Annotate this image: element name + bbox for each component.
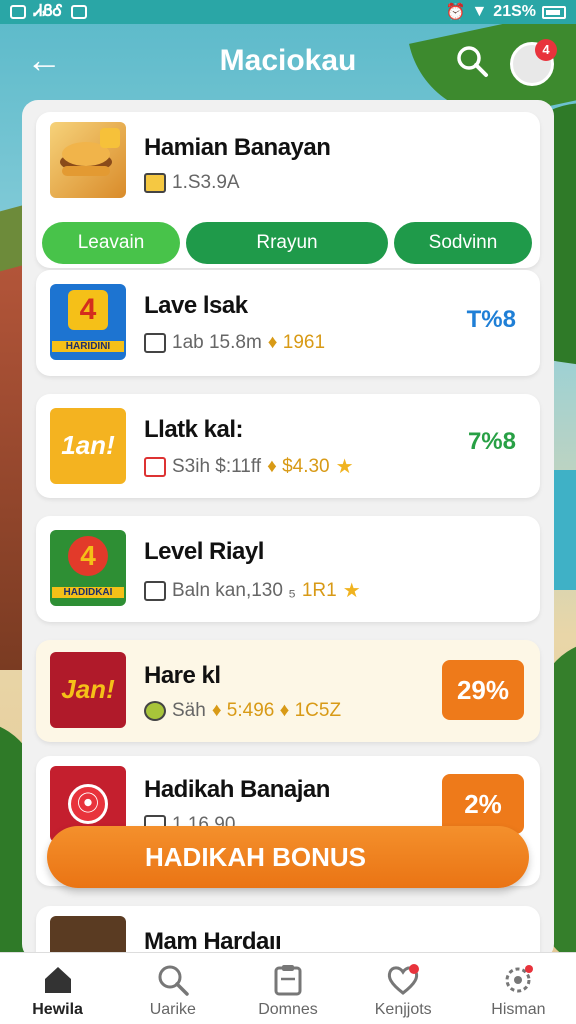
item-name: Hadikah Banajan <box>144 776 330 803</box>
item-meta-text: 1.S3.9A <box>172 172 240 193</box>
nav-label: Domnes <box>258 1001 318 1018</box>
icon-number: 4 <box>68 290 108 330</box>
game-icon: 4 HARIDINI <box>50 284 126 360</box>
percent-badge: 2% <box>442 774 524 834</box>
icon-number: 4 <box>68 536 108 576</box>
game-icon: 4 HADIDKAI <box>50 530 126 606</box>
action-button[interactable]: Rrayun <box>186 222 388 264</box>
page-title: Maciokau <box>219 44 357 77</box>
list-item[interactable]: 4 HARIDINI Lave lsak 1ab 15.8m ♦ 1961 T%… <box>36 270 540 376</box>
list-item[interactable]: Jan! Hare kl Säh ♦ 5:496 ♦ 1C5Z 29% <box>36 640 540 742</box>
action-row: Leavain Rrayun Sodvinn <box>42 222 534 264</box>
status-bar: ᏗᏰᎴ ⏰ ▼ 21S% <box>0 0 576 24</box>
icon-caption: HADIDKAI <box>52 587 124 598</box>
nav-label: Uarike <box>149 1001 196 1018</box>
nav-item-search[interactable]: Uarike <box>115 953 230 1024</box>
nav-item-hisman[interactable]: Hisman <box>461 953 576 1024</box>
home-icon <box>44 967 71 993</box>
nav-item-home[interactable]: Hewila <box>0 953 115 1024</box>
settings-icon <box>505 965 534 993</box>
game-icon: Jan! <box>50 652 126 728</box>
icon-text: ⦿ <box>68 784 108 824</box>
icon-text: 1an! <box>61 430 115 460</box>
item-meta-text: Baln kan,130 ₅ <box>172 579 296 601</box>
bottom-nav: Hewila Uarike Domnes Kenjjots Hisman <box>0 952 576 1024</box>
item-meta: S3ih $:11ff ♦ $4.30 ★ <box>144 454 354 479</box>
item-meta-value: 1R1 <box>301 579 337 601</box>
item-meta-text: S3ih $:11ff <box>172 455 262 477</box>
clipboard-icon <box>274 965 302 996</box>
status-left-text: ᏗᏰᎴ <box>34 3 63 20</box>
battery-icon <box>542 5 566 19</box>
item-name: Hamian Banayan <box>144 134 331 161</box>
grid-icon <box>144 580 166 601</box>
item-name: Lave lsak <box>144 292 248 319</box>
item-meta-value: ♦ $4.30 <box>267 455 330 477</box>
item-meta-value: ♦ 5:496 ♦ 1C5Z <box>211 700 342 721</box>
item-name: Llatk kal: <box>144 416 244 443</box>
search-icon[interactable] <box>455 44 489 78</box>
item-name: Hare kl <box>144 662 221 689</box>
icon-caption: HARIDINI <box>52 341 124 352</box>
nav-item-kenjjots[interactable]: Kenjjots <box>346 953 461 1024</box>
item-meta: 1ab 15.8m ♦ 1961 <box>144 332 325 354</box>
bonus-button[interactable]: HADIKAH BONUS <box>47 826 529 888</box>
nav-label: Hisman <box>491 1001 546 1018</box>
percent-badge: 29% <box>442 660 524 720</box>
list-item[interactable]: 1an! Llatk kal: S3ih $:11ff ♦ $4.30 ★ 7%… <box>36 394 540 498</box>
item-percent: 7%8 <box>467 428 516 455</box>
chest-icon <box>144 333 166 353</box>
icon-text: Jan! <box>61 674 115 704</box>
heart-icon <box>388 964 420 995</box>
item-name: Level Riayl <box>144 538 264 565</box>
item-meta: Baln kan,130 ₅ 1R1 ★ <box>144 578 361 603</box>
burger-game-icon <box>50 122 126 198</box>
action-button[interactable]: Leavain <box>42 222 180 264</box>
chest-icon <box>144 173 166 193</box>
item-meta-text: Säh <box>172 700 206 721</box>
star-icon: ★ <box>335 456 354 478</box>
notification-icon <box>10 5 26 19</box>
nav-item-domnes[interactable]: Domnes <box>230 953 345 1024</box>
item-meta-value: ♦ 1961 <box>267 332 326 353</box>
flag-icon <box>144 456 166 477</box>
coin-icon <box>144 701 166 721</box>
item-percent: T%8 <box>466 306 516 333</box>
notification-badge: 4 <box>535 39 557 61</box>
item-meta-text: 1ab 15.8m <box>172 332 262 353</box>
alarm-icon: ⏰ <box>445 4 466 21</box>
avatar[interactable]: 4 <box>510 39 557 86</box>
app-icon <box>70 5 87 19</box>
app-header: ← Maciokau 4 <box>0 24 576 100</box>
star-icon: ★ <box>342 580 361 602</box>
search-icon <box>158 965 189 996</box>
game-icon: 1an! <box>50 408 126 484</box>
item-meta: 1.S3.9A <box>144 172 240 194</box>
status-right-text: 21S% <box>493 3 536 20</box>
nav-label: Hewila <box>32 1001 83 1018</box>
list-item[interactable]: Hamian Banayan 1.S3.9A Leavain Rrayun So… <box>36 112 540 268</box>
item-meta: Säh ♦ 5:496 ♦ 1C5Z <box>144 700 341 722</box>
list-item[interactable]: 4 HADIDKAI Level Riayl Baln kan,130 ₅ 1R… <box>36 516 540 622</box>
action-button[interactable]: Sodvinn <box>394 222 532 264</box>
wifi-icon: ▼ <box>471 3 488 20</box>
nav-label: Kenjjots <box>374 1001 432 1018</box>
